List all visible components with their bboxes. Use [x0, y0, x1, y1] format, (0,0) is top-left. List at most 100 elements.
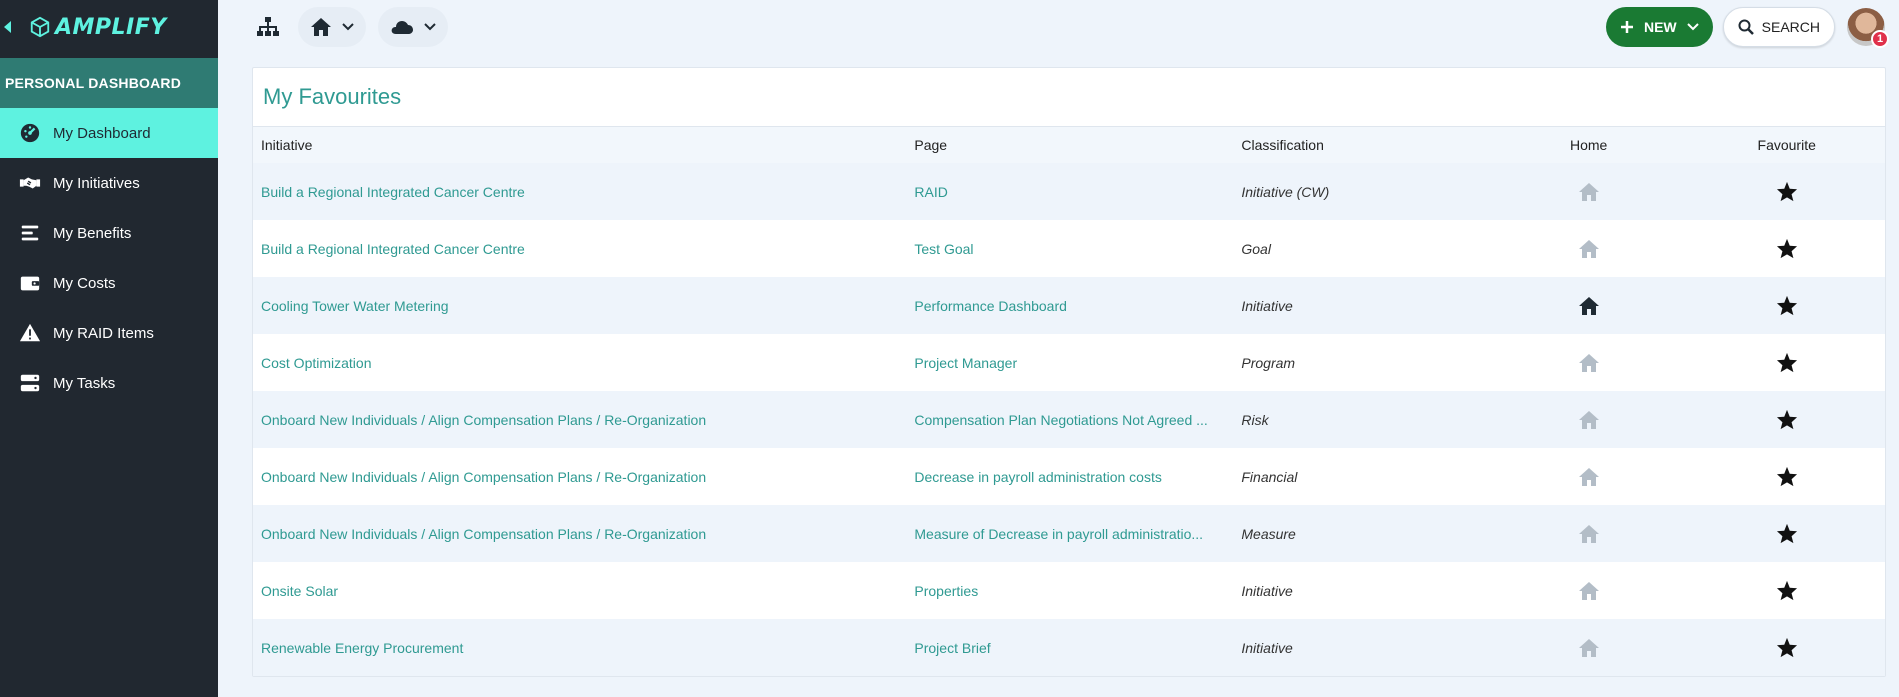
initiative-link[interactable]: Onboard New Individuals / Align Compensa…: [253, 505, 907, 562]
page-link-text: Project Brief: [914, 639, 991, 656]
classification-cell: Risk: [1233, 391, 1489, 448]
star-icon: [1776, 637, 1798, 658]
page-link[interactable]: Decrease in payroll administration costs: [906, 448, 1234, 505]
initiative-link[interactable]: Onboard New Individuals / Align Compensa…: [253, 448, 907, 505]
table-row: Onsite Solar Properties Initiative: [253, 562, 1885, 619]
favourite-toggle[interactable]: [1688, 277, 1885, 334]
home-toggle[interactable]: [1488, 163, 1689, 220]
home-toggle[interactable]: [1488, 448, 1689, 505]
home-toggle[interactable]: [1488, 619, 1689, 676]
home-toggle[interactable]: [1488, 220, 1689, 277]
chevron-down-icon: [424, 23, 436, 31]
table-row: Onboard New Individuals / Align Compensa…: [253, 505, 1885, 562]
column-header-page[interactable]: Page: [906, 127, 1234, 163]
chevron-down-icon: [1686, 23, 1699, 31]
table-header-row: Initiative Page Classification Home Favo…: [253, 127, 1885, 163]
new-button[interactable]: NEW: [1605, 7, 1713, 47]
favourite-toggle[interactable]: [1688, 334, 1885, 391]
initiative-link[interactable]: Onboard New Individuals / Align Compensa…: [253, 391, 907, 448]
star-icon: [1776, 409, 1798, 430]
favourites-table: Initiative Page Classification Home Favo…: [253, 127, 1885, 676]
column-header-classification[interactable]: Classification: [1233, 127, 1489, 163]
favourite-toggle[interactable]: [1688, 163, 1885, 220]
sidebar-item-label: My Tasks: [53, 374, 116, 392]
page-link[interactable]: Compensation Plan Negotiations Not Agree…: [906, 391, 1234, 448]
search-icon: [1738, 19, 1754, 35]
home-inactive-icon: [1578, 239, 1600, 258]
sidebar-item-label: My RAID Items: [53, 324, 154, 342]
page-link[interactable]: Project Manager: [906, 334, 1234, 391]
page-link[interactable]: Test Goal: [906, 220, 1234, 277]
column-header-favourite[interactable]: Favourite: [1688, 127, 1885, 163]
sidebar-item-my-costs[interactable]: My Costs: [0, 258, 218, 308]
page-link[interactable]: Project Brief: [906, 619, 1234, 676]
new-button-label: NEW: [1643, 19, 1677, 35]
cloud-menu-button[interactable]: [378, 7, 448, 47]
favourite-toggle[interactable]: [1688, 562, 1885, 619]
initiative-link[interactable]: Cost Optimization: [253, 334, 907, 391]
favourite-toggle[interactable]: [1688, 619, 1885, 676]
page-link-text: Measure of Decrease in payroll administr…: [914, 525, 1204, 542]
page-link[interactable]: Measure of Decrease in payroll administr…: [906, 505, 1234, 562]
topbar: NEW SEARCH 1: [218, 0, 1899, 54]
home-inactive-icon: [1578, 467, 1600, 486]
collapse-sidebar-icon[interactable]: [4, 21, 11, 33]
initiative-link[interactable]: Build a Regional Integrated Cancer Centr…: [253, 163, 907, 220]
star-icon: [1776, 238, 1798, 259]
favourite-toggle[interactable]: [1688, 505, 1885, 562]
favourite-toggle[interactable]: [1688, 391, 1885, 448]
classification-cell: Measure: [1233, 505, 1489, 562]
favourites-card: My Favourites Initiative Page Classifica…: [252, 67, 1886, 677]
home-toggle[interactable]: [1488, 277, 1689, 334]
sidebar-item-my-initiatives[interactable]: My Initiatives: [0, 158, 218, 208]
initiative-link[interactable]: Cooling Tower Water Metering: [253, 277, 907, 334]
home-inactive-icon: [1578, 182, 1600, 201]
home-inactive-icon: [1578, 638, 1600, 657]
topbar-right: NEW SEARCH 1: [1605, 7, 1899, 48]
cloud-icon: [391, 21, 413, 34]
home-toggle[interactable]: [1488, 334, 1689, 391]
home-menu-button[interactable]: [298, 7, 366, 47]
sitemap-button[interactable]: [250, 9, 286, 45]
favourite-toggle[interactable]: [1688, 220, 1885, 277]
initiative-link[interactable]: Renewable Energy Procurement: [253, 619, 907, 676]
page-link[interactable]: RAID: [906, 163, 1234, 220]
column-header-home[interactable]: Home: [1488, 127, 1689, 163]
home-inactive-icon: [1578, 353, 1600, 372]
handshake-icon: [18, 171, 42, 195]
sidebar-item-label: My Benefits: [53, 224, 132, 242]
plus-icon: [1620, 21, 1633, 33]
page-link[interactable]: Properties: [906, 562, 1234, 619]
sidebar-item-my-dashboard[interactable]: My Dashboard: [0, 108, 218, 158]
page-link[interactable]: Performance Dashboard: [906, 277, 1234, 334]
star-icon: [1776, 352, 1798, 373]
page-link-text: Properties: [914, 582, 979, 599]
tasks-icon: [18, 371, 42, 395]
sidebar-item-my-tasks[interactable]: My Tasks: [0, 358, 218, 408]
home-toggle[interactable]: [1488, 505, 1689, 562]
star-icon: [1776, 295, 1798, 316]
table-row: Onboard New Individuals / Align Compensa…: [253, 448, 1885, 505]
classification-cell: Initiative: [1233, 277, 1489, 334]
home-toggle[interactable]: [1488, 391, 1689, 448]
initiative-link[interactable]: Build a Regional Integrated Cancer Centr…: [253, 220, 907, 277]
chevron-down-icon: [342, 23, 354, 31]
home-active-icon: [1578, 296, 1600, 315]
column-header-initiative[interactable]: Initiative: [253, 127, 907, 163]
home-inactive-icon: [1578, 581, 1600, 600]
favourite-toggle[interactable]: [1688, 448, 1885, 505]
home-icon: [311, 18, 331, 36]
page-link-text: RAID: [914, 183, 948, 200]
classification-cell: Initiative: [1233, 619, 1489, 676]
dashboard-gauge-icon: [18, 121, 42, 145]
user-avatar[interactable]: 1: [1847, 8, 1889, 48]
sidebar-item-my-raid-items[interactable]: My RAID Items: [0, 308, 218, 358]
home-toggle[interactable]: [1488, 562, 1689, 619]
sidebar-item-my-benefits[interactable]: My Benefits: [0, 208, 218, 258]
table-row: Onboard New Individuals / Align Compensa…: [253, 391, 1885, 448]
classification-cell: Goal: [1233, 220, 1489, 277]
logo-text: AMPLIFY: [55, 14, 167, 40]
initiative-link[interactable]: Onsite Solar: [253, 562, 907, 619]
search-button[interactable]: SEARCH: [1722, 7, 1835, 47]
page-title: My Favourites: [253, 68, 1885, 127]
